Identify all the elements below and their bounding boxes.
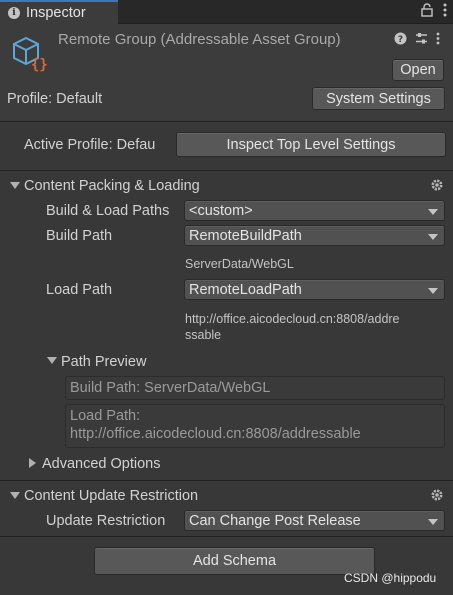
- open-button[interactable]: Open: [392, 59, 444, 81]
- profile-label: Profile: Default: [7, 91, 103, 107]
- build-load-paths-dropdown[interactable]: <custom>: [184, 200, 445, 221]
- preview-load-line1: Load Path:: [70, 408, 141, 424]
- build-path-label: Build Path: [46, 228, 113, 244]
- tab-inspector[interactable]: i Inspector: [0, 0, 118, 24]
- gear-icon[interactable]: [430, 488, 444, 502]
- build-path-dropdown[interactable]: RemoteBuildPath: [184, 225, 445, 246]
- svg-text:{}: {}: [31, 57, 48, 72]
- path-preview-title[interactable]: Path Preview: [61, 354, 146, 370]
- add-schema-button[interactable]: Add Schema: [94, 547, 375, 575]
- update-restriction-dropdown[interactable]: Can Change Post Release: [184, 510, 445, 531]
- chevron-down-icon: [428, 209, 438, 215]
- section-divider: [0, 170, 453, 171]
- chevron-down-icon: [428, 234, 438, 240]
- gear-icon[interactable]: [430, 178, 444, 192]
- more-icon[interactable]: [436, 32, 440, 48]
- chevron-down-icon: [428, 519, 438, 525]
- info-icon: i: [8, 7, 20, 19]
- advanced-options-foldout-arrow[interactable]: [29, 458, 36, 468]
- tab-actions: [421, 3, 447, 20]
- presets-icon[interactable]: [415, 32, 428, 48]
- preview-load-path: Load Path: http://office.aicodecloud.cn:…: [65, 404, 445, 448]
- load-path-dropdown[interactable]: RemoteLoadPath: [184, 279, 445, 300]
- advanced-options-label[interactable]: Advanced Options: [42, 456, 161, 472]
- build-path-resolved: ServerData/WebGL: [185, 257, 294, 271]
- update-restriction-value: Can Change Post Release: [189, 512, 361, 529]
- build-path-value: RemoteBuildPath: [189, 227, 302, 244]
- addressable-group-icon: {}: [10, 34, 50, 73]
- header-divider: [0, 121, 453, 122]
- system-settings-button[interactable]: System Settings: [312, 87, 445, 110]
- preview-build-path: Build Path: ServerData/WebGL: [65, 376, 445, 400]
- section-divider: [0, 480, 453, 481]
- build-load-paths-value: <custom>: [189, 202, 253, 219]
- chevron-down-icon: [428, 288, 438, 294]
- update-restriction-label: Update Restriction: [46, 513, 166, 529]
- more-options-icon[interactable]: [443, 3, 447, 20]
- svg-text:?: ?: [398, 35, 403, 45]
- lock-icon[interactable]: [421, 3, 433, 20]
- path-preview-foldout-arrow[interactable]: [47, 357, 57, 364]
- content-packing-foldout-arrow[interactable]: [10, 182, 20, 189]
- content-packing-title[interactable]: Content Packing & Loading: [24, 178, 200, 194]
- watermark: CSDN @hippodu: [344, 571, 437, 585]
- load-path-label: Load Path: [46, 282, 113, 298]
- preview-load-line2: http://office.aicodecloud.cn:8808/addres…: [70, 426, 361, 442]
- content-update-title[interactable]: Content Update Restriction: [24, 488, 198, 504]
- load-path-resolved-line2: ssable: [185, 328, 222, 342]
- section-divider: [0, 536, 453, 537]
- content-update-foldout-arrow[interactable]: [10, 492, 20, 499]
- tab-title: Inspector: [26, 5, 86, 21]
- load-path-value: RemoteLoadPath: [189, 281, 302, 298]
- header-actions: ?: [394, 32, 440, 48]
- active-profile-label: Active Profile: Defau: [24, 137, 156, 153]
- page-title: Remote Group (Addressable Asset Group): [58, 31, 341, 48]
- help-icon[interactable]: ?: [394, 32, 407, 48]
- inspect-top-level-settings-button[interactable]: Inspect Top Level Settings: [176, 132, 446, 157]
- build-load-paths-label: Build & Load Paths: [46, 203, 170, 219]
- load-path-resolved-line1: http://office.aicodecloud.cn:8808/addre: [185, 312, 400, 326]
